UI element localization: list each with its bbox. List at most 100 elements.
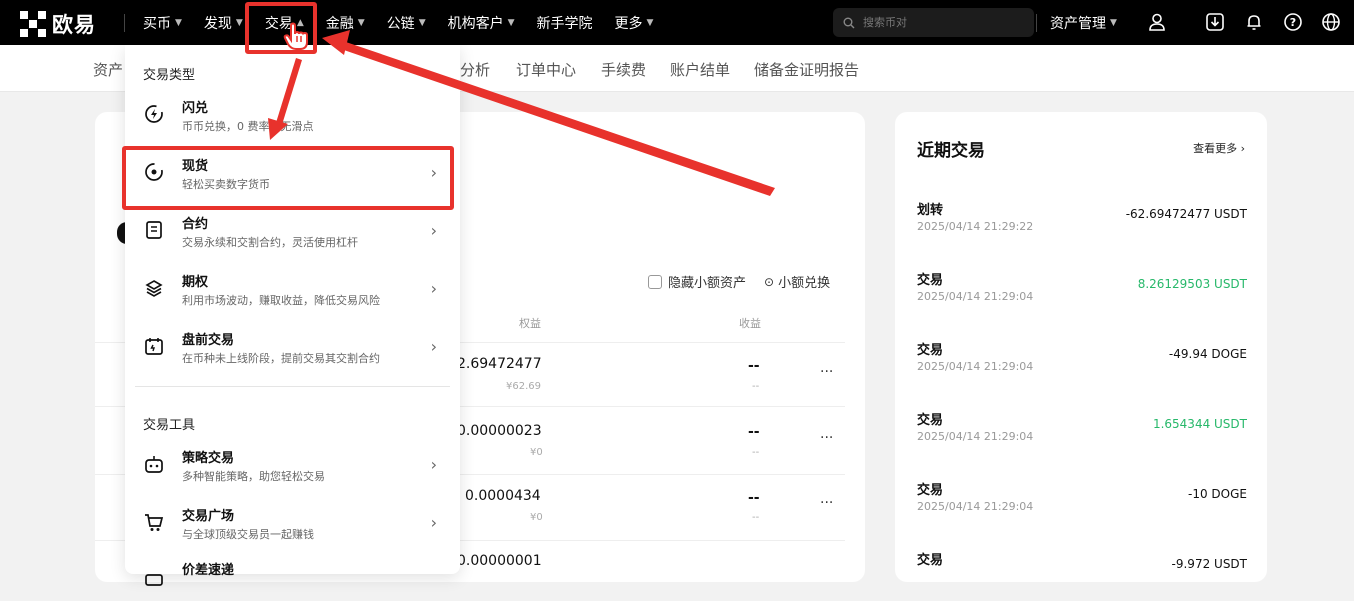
tx-type: 交易 xyxy=(917,343,944,358)
asset-pnl-sub: -- xyxy=(752,447,760,458)
brand-name: 欧易 xyxy=(52,13,96,37)
asset-pnl-sub: -- xyxy=(752,381,760,392)
menu-item-title: 盘前交易 xyxy=(182,333,235,348)
chevron-down-icon: ▼ xyxy=(418,17,426,28)
nav-label: 更多 xyxy=(614,15,643,32)
menu-item-desc: 利用市场波动，赚取收益，降低交易风险 xyxy=(182,294,380,307)
transaction-row[interactable]: 交易 2025/04/14 21:29:04 -10 DOGE xyxy=(917,479,1247,519)
small-exchange-label: 小额兑换 xyxy=(778,276,831,291)
menu-item-title: 价差速递 xyxy=(182,563,235,578)
col-equity-header: 权益 xyxy=(519,317,541,330)
search-input[interactable] xyxy=(861,15,1021,30)
transaction-row[interactable]: 交易 2025/04/14 21:29:04 1.654344 USDT xyxy=(917,409,1247,449)
chevron-down-icon: ▼ xyxy=(507,17,515,28)
nav-item-discover[interactable]: 发现 ▼ xyxy=(204,13,243,33)
nav-menu: 买币 ▼ 发现 ▼ 交易 ▲ 金融 ▼ 公链 ▼ 机构客户 ▼ 新手学院 更多 ▼ xyxy=(143,0,675,45)
spread-icon xyxy=(145,574,163,586)
chevron-right-icon: › xyxy=(430,279,437,298)
nav-item-buy[interactable]: 买币 ▼ xyxy=(143,13,182,33)
menu-item-desc: 多种智能策略，助您轻松交易 xyxy=(182,470,325,483)
menu-item-copy-trading[interactable]: 交易广场 与全球顶级交易员一起赚钱 › xyxy=(139,501,447,547)
user-icon[interactable] xyxy=(1147,12,1167,32)
search-box[interactable] xyxy=(833,8,1034,37)
tx-time: 2025/04/14 21:29:04 xyxy=(917,500,1034,513)
section-trade-tools: 交易工具 xyxy=(143,418,196,433)
chevron-down-icon: ▼ xyxy=(646,17,654,28)
nav-item-institutional[interactable]: 机构客户 ▼ xyxy=(448,13,515,33)
asset-amount: 0.00000001 xyxy=(457,553,542,569)
svg-text:?: ? xyxy=(1290,16,1296,29)
nav-label: 公链 xyxy=(386,15,415,32)
menu-item-title: 闪兑 xyxy=(182,101,209,116)
asset-amount: 0.0000434 xyxy=(465,488,541,504)
tx-amount: 1.654344 USDT xyxy=(1152,417,1247,431)
menu-item-convert[interactable]: 闪兑 币币兑换，0 费率，无滑点 xyxy=(139,93,447,139)
nav-item-academy[interactable]: 新手学院 xyxy=(537,13,593,33)
asset-pnl: -- xyxy=(748,490,760,506)
subnav-item-analysis[interactable]: 分析 xyxy=(460,59,490,80)
menu-item-desc: 交易永续和交割合约，灵活使用杠杆 xyxy=(182,236,358,249)
menu-item-title: 期权 xyxy=(182,275,209,290)
recent-title: 近期交易 xyxy=(917,141,985,161)
transaction-row[interactable]: 交易 2025/04/14 21:29:04 -49.94 DOGE xyxy=(917,339,1247,379)
transaction-row[interactable]: 交易 -9.972 USDT xyxy=(917,549,1247,589)
asset-pnl-sub: -- xyxy=(752,512,760,523)
subnav-item-statements[interactable]: 账户结单 xyxy=(670,59,730,80)
subnav-item-fees[interactable]: 手续费 xyxy=(601,59,646,80)
menu-item-desc: 在币种未上线阶段，提前交易其交割合约 xyxy=(182,352,380,365)
nav-item-chain[interactable]: 公链 ▼ xyxy=(387,13,426,33)
subnav-item-proof-of-reserves[interactable]: 储备金证明报告 xyxy=(754,59,859,80)
tx-amount: -10 DOGE xyxy=(1188,487,1247,501)
bell-icon[interactable] xyxy=(1244,12,1264,32)
okx-logo-icon xyxy=(20,11,46,37)
chevron-down-icon: ▼ xyxy=(357,17,365,28)
transaction-row[interactable]: 划转 2025/04/14 21:29:22 -62.69472477 USDT xyxy=(917,199,1247,239)
asset-fiat: ¥0 xyxy=(530,512,543,523)
search-icon xyxy=(843,17,855,28)
subnav-item-assets[interactable]: 资产 xyxy=(93,59,123,80)
tx-amount: -62.69472477 USDT xyxy=(1125,207,1247,221)
tx-amount: -9.972 USDT xyxy=(1171,557,1247,571)
menu-item-premarket[interactable]: 盘前交易 在币种未上线阶段，提前交易其交割合约 › xyxy=(139,325,447,371)
transaction-row[interactable]: 交易 2025/04/14 21:29:04 8.26129503 USDT xyxy=(917,269,1247,309)
nav-item-finance[interactable]: 金融 ▼ xyxy=(326,13,365,33)
menu-item-desc: 与全球顶级交易员一起赚钱 xyxy=(182,528,314,541)
hide-small-assets-toggle[interactable]: 隐藏小额资产 xyxy=(648,272,746,291)
menu-item-strategy[interactable]: 策略交易 多种智能策略，助您轻松交易 › xyxy=(139,443,447,489)
chevron-right-icon: › xyxy=(430,221,437,240)
hide-small-checkbox[interactable] xyxy=(648,274,662,289)
chevron-down-icon: ▼ xyxy=(175,17,182,28)
contract-icon xyxy=(146,221,162,239)
menu-item-title: 合约 xyxy=(182,217,209,232)
menu-item-title: 策略交易 xyxy=(182,451,235,466)
tx-type: 划转 xyxy=(917,203,944,218)
tx-time: 2025/04/14 21:29:22 xyxy=(917,220,1034,233)
globe-icon[interactable] xyxy=(1321,12,1341,32)
help-icon[interactable]: ? xyxy=(1283,12,1303,32)
menu-item-futures[interactable]: 合约 交易永续和交割合约，灵活使用杠杆 › xyxy=(139,209,447,255)
tx-type: 交易 xyxy=(917,273,944,288)
asset-pnl: -- xyxy=(748,358,760,374)
download-icon[interactable] xyxy=(1205,12,1225,32)
subnav-item-orders[interactable]: 订单中心 xyxy=(516,59,576,80)
chevron-right-icon: › xyxy=(1240,142,1245,155)
asset-pnl: -- xyxy=(748,424,760,440)
more-actions-icon[interactable]: ··· xyxy=(820,364,833,380)
chevron-down-icon: ▼ xyxy=(235,17,243,28)
asset-management-menu[interactable]: 资产管理 ▼ xyxy=(1050,0,1117,45)
chevron-down-icon: ▼ xyxy=(1110,17,1117,28)
tx-time: 2025/04/14 21:29:04 xyxy=(917,430,1034,443)
menu-item-spread[interactable]: 价差速递 xyxy=(139,555,447,601)
more-actions-icon[interactable]: ··· xyxy=(820,495,833,511)
menu-item-options[interactable]: 期权 利用市场波动，赚取收益，降低交易风险 › xyxy=(139,267,447,313)
asset-fiat: ¥62.69 xyxy=(506,381,541,392)
small-exchange-button[interactable]: ⊙ 小额兑换 xyxy=(764,272,831,292)
asset-amount: 2.69472477 xyxy=(457,356,542,372)
menu-item-desc: 币币兑换，0 费率，无滑点 xyxy=(182,120,314,133)
see-more-link[interactable]: 查看更多 › xyxy=(1193,140,1245,156)
nav-item-more[interactable]: 更多 ▼ xyxy=(615,13,654,33)
tx-type: 交易 xyxy=(917,553,944,568)
section-trade-types: 交易类型 xyxy=(143,68,196,83)
more-actions-icon[interactable]: ··· xyxy=(820,430,833,446)
brand-logo[interactable]: 欧易 xyxy=(20,9,96,39)
